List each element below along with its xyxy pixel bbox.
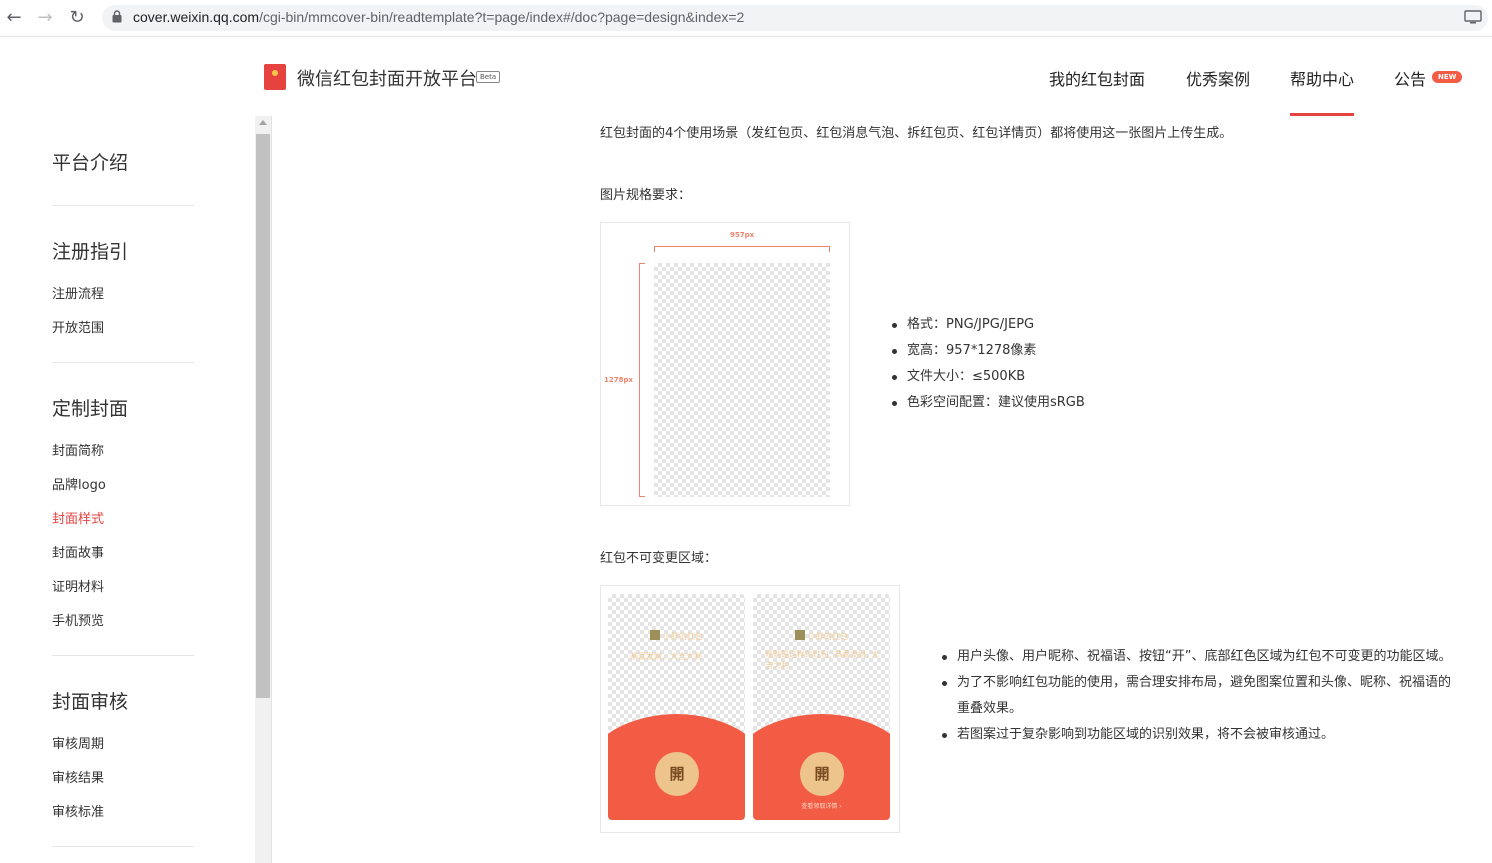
- lock-icon: [112, 10, 122, 23]
- red-envelope-logo-icon[interactable]: [264, 64, 286, 90]
- sidebar-item-cover-story[interactable]: 封面故事: [52, 542, 104, 561]
- site-title[interactable]: 微信红包封面开放平台: [297, 65, 477, 91]
- open-button: 開: [800, 752, 844, 796]
- red-envelope-preview-right: 小胖的红包 规则是这样的红包, 恭喜发财, 大吉大利 開 查看领取详情 ›: [753, 594, 890, 820]
- sidebar-item-open-scope[interactable]: 开放范围: [52, 317, 104, 336]
- back-icon[interactable]: ←: [4, 8, 24, 28]
- area-heading: 红包不可变更区域：: [600, 551, 718, 566]
- url-path: /cgi-bin/mmcover-bin/readtemplate?t=page…: [259, 9, 745, 25]
- sidebar-item-cover-style[interactable]: 封面样式: [52, 508, 104, 527]
- url-host: cover.weixin.qq.com: [133, 9, 260, 25]
- height-dimension-line: [639, 263, 645, 497]
- cast-icon[interactable]: [1464, 10, 1482, 24]
- beta-badge: Beta: [476, 71, 501, 83]
- intro-text: 红包封面的4个使用场景（发红包页、红包消息气泡、拆红包页、红包详情页）都将使用这…: [600, 126, 1233, 141]
- nav-my-covers[interactable]: 我的红包封面: [1049, 66, 1145, 90]
- sidebar-item-brand-logo[interactable]: 品牌logo: [52, 474, 106, 493]
- sidebar: 平台介绍 注册指引 注册流程 开放范围 定制封面 封面简称 品牌logo 封面样…: [0, 116, 256, 863]
- sidebar-section-custom-cover[interactable]: 定制封面: [52, 394, 128, 421]
- greeting-text: 规则是这样的红包, 恭喜发财, 大吉大利: [765, 650, 880, 670]
- sidebar-section-cover-review[interactable]: 封面审核: [52, 687, 128, 714]
- sidebar-item-review-standard[interactable]: 审核标准: [52, 801, 104, 820]
- transparent-canvas-placeholder: [654, 263, 830, 497]
- nickname-text: 小胖的红包: [663, 632, 703, 641]
- sidebar-item-proof-materials[interactable]: 证明材料: [52, 576, 104, 595]
- sidebar-section-registration[interactable]: 注册指引: [52, 237, 128, 264]
- list-item: 宽高：957*1278像素: [889, 338, 1085, 364]
- spec-diagram: 957px 1278px: [600, 222, 850, 506]
- fixed-area-notes: 用户头像、用户昵称、祝福语、按钮“开”、底部红色区域为红包不可变更的功能区域。 …: [939, 644, 1463, 748]
- spec-list: 格式：PNG/JPG/JEPG 宽高：957*1278像素 文件大小：≤500K…: [889, 312, 1085, 416]
- avatar: [795, 630, 805, 640]
- greeting-text: 恭喜发财，大吉大利: [630, 652, 702, 661]
- width-dimension-line: [654, 246, 830, 252]
- list-item: 若图案过于复杂影响到功能区域的识别效果，将不会被审核通过。: [939, 722, 1463, 748]
- url-text[interactable]: cover.weixin.qq.com/cgi-bin/mmcover-bin/…: [133, 9, 744, 25]
- nickname-text: 小胖的红包: [808, 632, 848, 641]
- list-item: 为了不影响红包功能的使用，需合理安排布局，避免图案位置和头像、昵称、祝福语的重叠…: [939, 670, 1463, 722]
- spec-heading: 图片规格要求：: [600, 188, 692, 203]
- sidebar-divider: [52, 846, 194, 847]
- list-item: 文件大小：≤500KB: [889, 364, 1085, 390]
- forward-icon[interactable]: →: [35, 8, 55, 28]
- sidebar-scrollbar[interactable]: [255, 116, 272, 863]
- height-label: 1278px: [604, 376, 634, 384]
- open-button: 開: [655, 752, 699, 796]
- list-item: 格式：PNG/JPG/JEPG: [889, 312, 1085, 338]
- browser-toolbar: ← → ↻ cover.weixin.qq.com/cgi-bin/mmcove…: [0, 0, 1492, 37]
- scroll-thumb[interactable]: [256, 134, 270, 698]
- new-badge: NEW: [1432, 71, 1463, 83]
- width-label: 957px: [730, 231, 755, 239]
- sidebar-item-phone-preview[interactable]: 手机预览: [52, 610, 104, 629]
- avatar: [650, 630, 660, 640]
- sidebar-item-review-result[interactable]: 审核结果: [52, 767, 104, 786]
- sidebar-divider: [52, 205, 194, 206]
- nav-announcements[interactable]: 公告: [1394, 66, 1426, 90]
- nav-showcase[interactable]: 优秀案例: [1186, 66, 1250, 90]
- active-nav-indicator: [1290, 113, 1354, 116]
- list-item: 色彩空间配置：建议使用sRGB: [889, 390, 1085, 416]
- scroll-up-arrow-icon[interactable]: [259, 120, 267, 125]
- view-details-text: 查看领取详情 ›: [801, 803, 842, 810]
- sidebar-item-cover-short-name[interactable]: 封面简称: [52, 440, 104, 459]
- sidebar-divider: [52, 655, 194, 656]
- red-envelope-preview-left: 小胖的红包 恭喜发财，大吉大利 開: [608, 594, 745, 820]
- sidebar-item-registration-flow[interactable]: 注册流程: [52, 283, 104, 302]
- sidebar-section-platform-intro[interactable]: 平台介绍: [52, 148, 128, 175]
- reload-icon[interactable]: ↻: [67, 8, 87, 28]
- nav-help-center[interactable]: 帮助中心: [1290, 66, 1354, 90]
- fixed-area-diagram: 小胖的红包 恭喜发财，大吉大利 開 小胖的红包 规则是这样的红包, 恭喜发财, …: [600, 585, 900, 833]
- list-item: 用户头像、用户昵称、祝福语、按钮“开”、底部红色区域为红包不可变更的功能区域。: [939, 644, 1463, 670]
- sidebar-item-review-period[interactable]: 审核周期: [52, 733, 104, 752]
- sidebar-divider: [52, 362, 194, 363]
